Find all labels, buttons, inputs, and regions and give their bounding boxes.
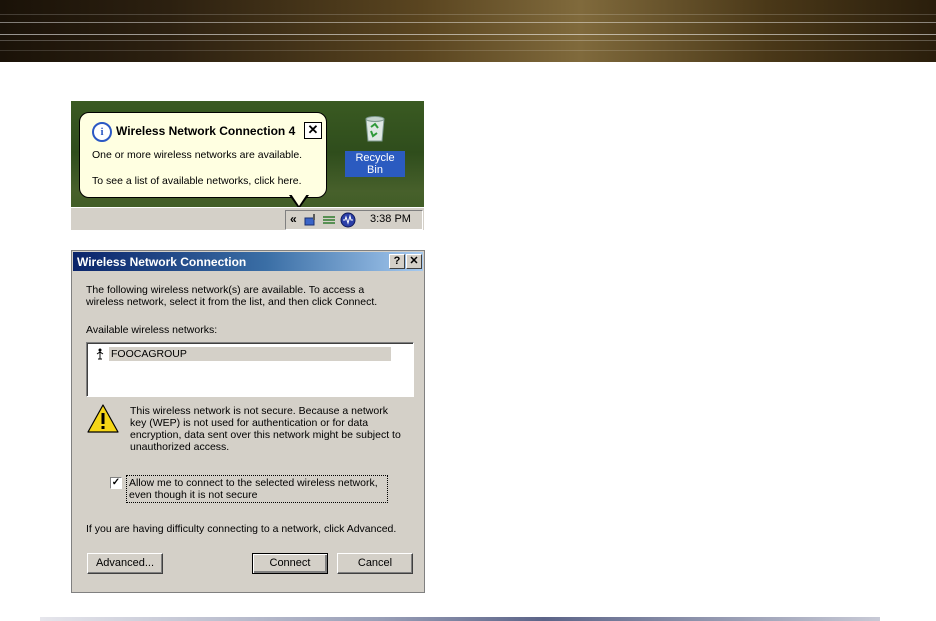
recycle-bin-label: Recycle Bin: [345, 151, 405, 177]
wireless-network-dialog: Wireless Network Connection ? ✕ The foll…: [71, 250, 425, 593]
recycle-bin-shortcut[interactable]: Recycle Bin: [345, 115, 405, 177]
balloon-click-here-link[interactable]: To see a list of available networks, cli…: [92, 175, 302, 187]
network-cable-icon[interactable]: [322, 213, 336, 227]
balloon-message: One or more wireless networks are availa…: [92, 149, 303, 161]
networks-listbox[interactable]: FOOCAGROUP: [86, 342, 414, 397]
networks-list-label: Available wireless networks:: [86, 324, 218, 336]
balloon-tail-fill: [291, 194, 307, 206]
info-icon: i: [92, 122, 112, 142]
network-name: FOOCAGROUP: [109, 347, 391, 361]
taskbar: « 3:38 PM: [71, 207, 424, 230]
recycle-bin-icon: [365, 116, 385, 142]
antenna-icon: [96, 348, 104, 360]
warning-icon: [87, 404, 119, 433]
balloon-title: Wireless Network Connection 4: [116, 124, 296, 138]
balloon-close-button[interactable]: ✕: [304, 122, 322, 139]
close-button[interactable]: ✕: [406, 254, 422, 269]
allow-insecure-checkbox[interactable]: ✓: [110, 477, 122, 489]
clock[interactable]: 3:38 PM: [370, 213, 411, 225]
intro-text-line2: wireless network, select it from the lis…: [86, 296, 378, 308]
advanced-help-text: If you are having difficulty connecting …: [86, 523, 397, 535]
taskbar-screenshot: i Wireless Network Connection 4 ✕ One or…: [71, 101, 424, 230]
dialog-title: Wireless Network Connection: [77, 255, 247, 269]
banner-stripe: [0, 34, 936, 35]
header-banner: [0, 0, 936, 62]
checkbox-focus-rect[interactable]: Allow me to connect to the selected wire…: [126, 475, 388, 503]
show-hidden-icons-button[interactable]: «: [290, 212, 297, 226]
connect-button[interactable]: Connect: [252, 553, 328, 574]
footer-bar: [40, 617, 880, 621]
audio-icon[interactable]: [340, 212, 356, 228]
banner-stripe: [0, 14, 936, 15]
network-list-item[interactable]: FOOCAGROUP: [91, 347, 391, 361]
banner-stripe: [0, 22, 936, 23]
wireless-network-icon[interactable]: [304, 213, 318, 227]
notification-balloon[interactable]: i Wireless Network Connection 4 ✕ One or…: [79, 112, 327, 198]
advanced-button[interactable]: Advanced...: [87, 553, 163, 574]
system-tray: « 3:38 PM: [285, 210, 423, 230]
cancel-button[interactable]: Cancel: [337, 553, 413, 574]
dialog-titlebar[interactable]: Wireless Network Connection ? ✕: [73, 252, 423, 271]
banner-stripe: [0, 40, 936, 41]
checkbox-label-line2: even though it is not secure: [129, 489, 258, 501]
banner-stripe: [0, 50, 936, 51]
warning-text-line4: unauthorized access.: [130, 441, 230, 453]
help-button[interactable]: ?: [389, 254, 405, 269]
